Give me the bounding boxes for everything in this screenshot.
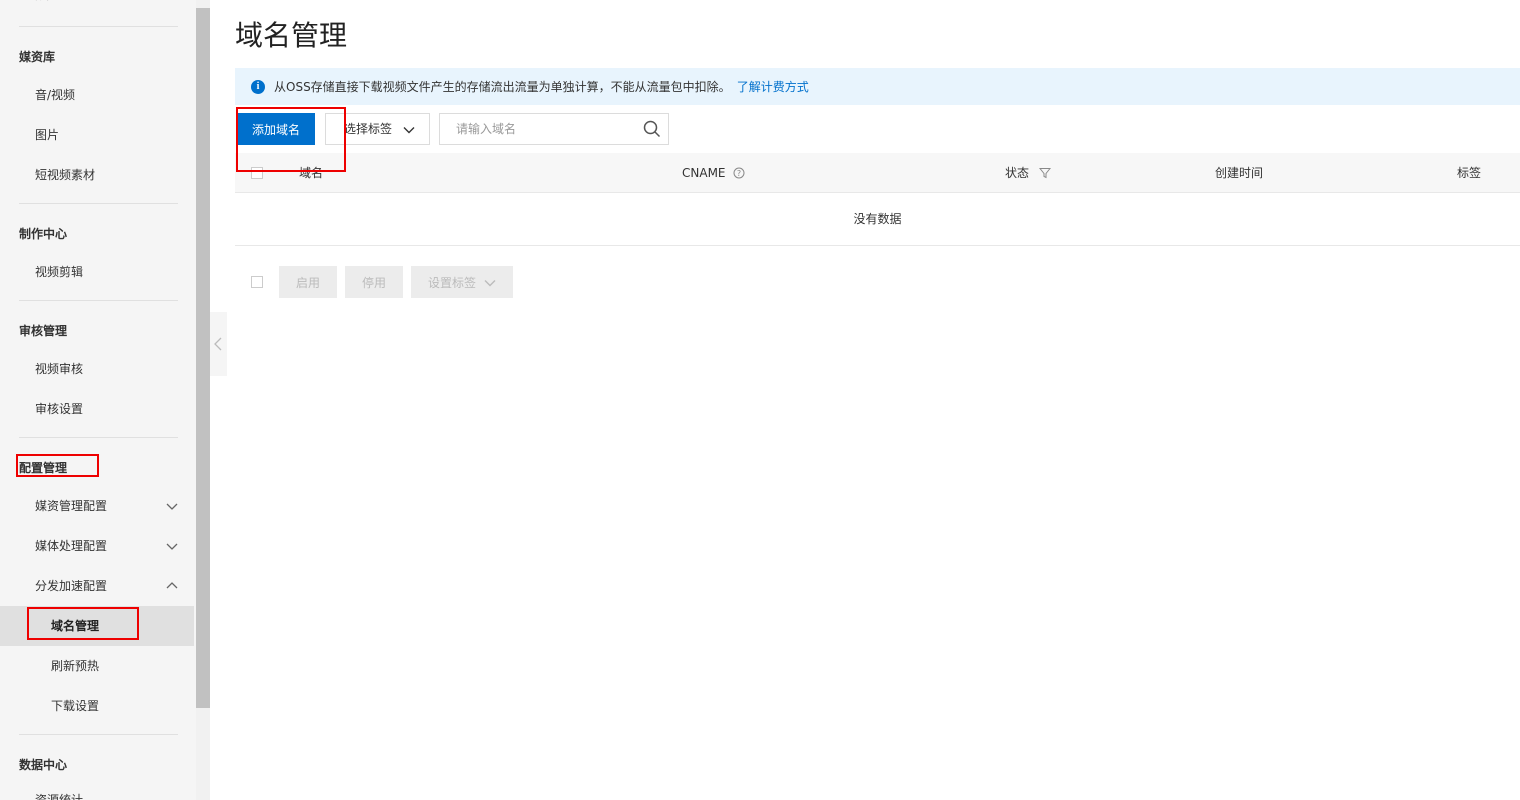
- help-icon[interactable]: ?: [733, 167, 745, 179]
- search-icon[interactable]: [643, 120, 661, 138]
- column-header-status: 状态: [1005, 153, 1051, 193]
- column-header-created-time: 创建时间: [1215, 166, 1264, 180]
- set-tag-button[interactable]: 设置标签: [411, 266, 513, 298]
- sidebar-item-resource-stats[interactable]: 资源统计: [0, 780, 194, 800]
- sidebar-item-review-settings[interactable]: 审核设置: [0, 389, 194, 429]
- column-header-tags: 标签: [1457, 166, 1482, 180]
- sidebar-item-cdn-config[interactable]: 分发加速配置: [0, 566, 194, 606]
- sidebar-item-media-processing-config[interactable]: 媒体处理配置: [0, 526, 194, 566]
- info-banner: i 从OSS存储直接下载视频文件产生的存储流出流量为单独计算，不能从流量包中扣除…: [235, 68, 1520, 105]
- info-icon: i: [251, 79, 265, 94]
- divider: [19, 300, 178, 301]
- chevron-up-icon: [166, 582, 178, 589]
- sidebar-item-video-editing[interactable]: 视频剪辑: [0, 252, 194, 292]
- sidebar-item-short-video-material[interactable]: 短视频素材: [0, 155, 194, 195]
- sidebar-item-label: 分发加速配置: [35, 579, 108, 593]
- sidebar-collapse-handle[interactable]: [210, 312, 227, 376]
- section-title-review: 审核管理: [19, 324, 68, 338]
- pricing-link[interactable]: 了解计费方式: [737, 78, 809, 95]
- domain-search-input[interactable]: [439, 113, 669, 145]
- chevron-down-icon: [166, 543, 178, 550]
- sidebar-item-audio-video[interactable]: 音/视频: [0, 75, 194, 115]
- table-header: 域名 CNAME ? 状态 创建时间 标签: [235, 153, 1520, 193]
- sidebar-item-label: 媒体处理配置: [35, 539, 108, 553]
- divider: [19, 734, 178, 735]
- sidebar-item-images[interactable]: 图片: [0, 115, 194, 155]
- divider: [19, 26, 178, 27]
- disable-button[interactable]: 停用: [345, 266, 403, 298]
- page-title: 域名管理: [235, 19, 348, 52]
- tag-select[interactable]: 选择标签: [325, 113, 430, 145]
- sidebar-item-media-management-config[interactable]: 媒资管理配置: [0, 486, 194, 526]
- add-domain-button[interactable]: 添加域名: [237, 113, 315, 145]
- chevron-down-icon: [403, 127, 415, 134]
- sidebar-item-domain-management[interactable]: 域名管理: [0, 606, 194, 646]
- column-header-cname-label: CNAME: [682, 166, 726, 180]
- enable-button[interactable]: 启用: [279, 266, 337, 298]
- sidebar-item-video-review[interactable]: 视频审核: [0, 349, 194, 389]
- chevron-down-icon: [166, 503, 178, 510]
- section-title-production: 制作中心: [19, 227, 68, 241]
- chevron-down-icon: [484, 280, 496, 287]
- set-tag-label: 设置标签: [427, 275, 476, 290]
- sidebar-item-refresh-prefetch[interactable]: 刷新预热: [0, 646, 194, 686]
- section-title-data-center: 数据中心: [19, 758, 68, 772]
- divider: [19, 437, 178, 438]
- filter-icon[interactable]: [1038, 167, 1051, 179]
- sidebar-scrollbar[interactable]: [196, 8, 210, 708]
- column-header-domain: 域名: [299, 166, 324, 180]
- chevron-left-icon: [214, 337, 222, 351]
- table-empty-row: 没有数据: [235, 193, 1520, 246]
- select-all-checkbox[interactable]: [251, 167, 263, 179]
- sidebar-item-overview[interactable]: 概览: [34, 0, 58, 3]
- tag-select-label: 选择标签: [344, 122, 393, 136]
- sidebar-item-label: 媒资管理配置: [35, 499, 108, 513]
- info-text: 从OSS存储直接下载视频文件产生的存储流出流量为单独计算，不能从流量包中扣除。: [274, 80, 731, 94]
- column-header-cname: CNAME ?: [682, 153, 745, 193]
- column-header-status-label: 状态: [1005, 166, 1030, 180]
- section-title-config: 配置管理: [19, 461, 68, 475]
- sidebar: 概览 媒资库 音/视频 图片 短视频素材 制作中心 视频剪辑 审核管理 视频审核…: [0, 0, 196, 800]
- bulk-select-checkbox[interactable]: [251, 276, 263, 288]
- svg-text:?: ?: [737, 169, 741, 178]
- divider: [19, 203, 178, 204]
- sidebar-item-download-settings[interactable]: 下载设置: [0, 686, 194, 726]
- section-title-media-library: 媒资库: [19, 50, 56, 64]
